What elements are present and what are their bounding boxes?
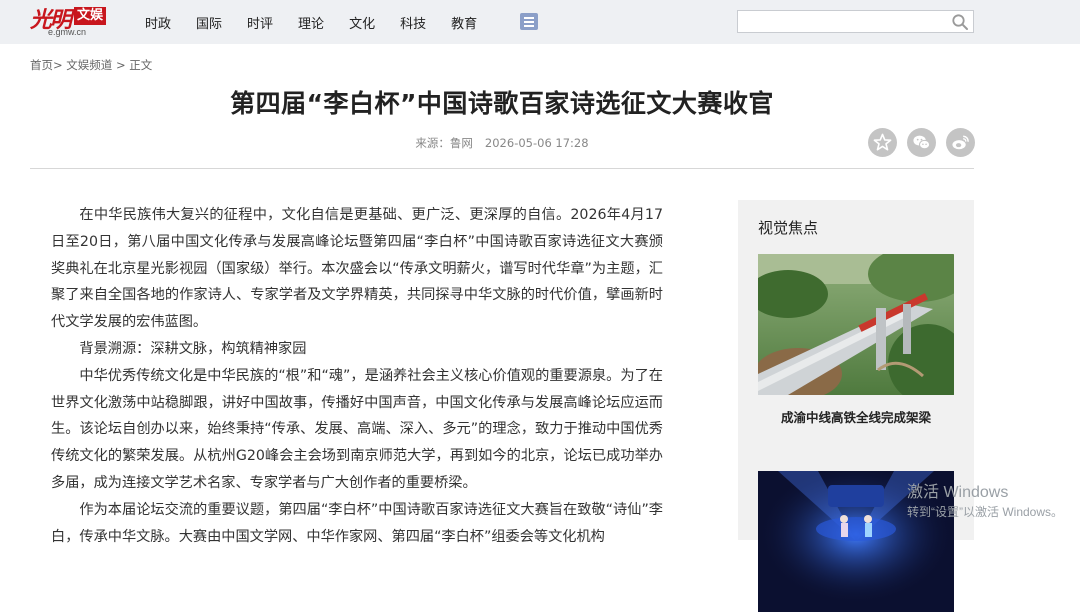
menu-icon[interactable] [520,13,538,30]
nav-item-technology[interactable]: 科技 [400,13,426,32]
focus-card: 成渝中线高铁全线完成架梁 [758,254,954,426]
nav-item-international[interactable]: 国际 [196,13,222,32]
article-source: 来源：鲁网 [415,136,473,150]
favorite-star-icon[interactable] [868,128,897,157]
focus-card-image[interactable] [758,254,954,395]
main-nav: 时政 国际 时评 理论 文化 科技 教育 [145,0,502,44]
breadcrumb-separator: > [115,58,126,72]
article-paragraph: 作为本届论坛交流的重要议题，第四届“李白杯”中国诗歌百家诗选征文大赛旨在致敬“诗… [51,501,663,545]
article-paragraph: 在中华民族伟大复兴的征程中，文化自信是更基础、更广泛、更深厚的自信。2026年4… [51,207,663,331]
nav-item-commentary[interactable]: 时评 [247,13,273,32]
top-nav-bar: 光明 文娱 e.gmw.cn 时政 国际 时评 理论 文化 科技 教育 [0,0,1080,44]
breadcrumb-channel[interactable]: 文娱频道 [66,58,112,72]
weibo-icon[interactable] [946,128,975,157]
article-body: 在中华民族伟大复兴的征程中，文化自信是更基础、更广泛、更深厚的自信。2026年4… [51,202,663,550]
sidebar-heading: 视觉焦点 [758,219,819,237]
article-datetime: 2026-05-06 17:28 [484,136,589,150]
title-divider [30,168,974,169]
nav-item-education[interactable]: 教育 [451,13,477,32]
nav-item-theory[interactable]: 理论 [298,13,324,32]
logo-domain-text: e.gmw.cn [48,27,87,37]
breadcrumb-home[interactable]: 首页 [30,58,53,72]
logo-channel-badge: 文娱 [74,7,107,25]
breadcrumb-separator: > [53,58,63,72]
article-title: 第四届“李白杯”中国诗歌百家诗选征文大赛收官 [230,89,774,118]
search-box [737,10,974,33]
wechat-icon[interactable] [907,128,936,157]
focus-card-caption[interactable]: 成渝中线高铁全线完成架梁 [758,407,954,426]
article-subheading: 背景溯源：深耕文脉，构筑精神家园 [79,340,307,357]
nav-item-politics[interactable]: 时政 [145,13,171,32]
search-input[interactable] [742,13,942,30]
article-paragraph: 中华优秀传统文化是中华民族的“根”和“魂”，是涵养社会主义核心价值观的重要源泉。… [51,367,663,491]
article-meta: 来源：鲁网 2026-05-06 17:28 [0,135,1004,151]
nav-item-culture[interactable]: 文化 [349,13,375,32]
windows-activation-watermark: 激活 Windows 转到“设置”以激活 Windows。 [907,478,1063,520]
watermark-line2: 转到“设置”以激活 Windows。 [907,505,1064,519]
search-icon[interactable] [951,13,969,31]
site-logo[interactable]: 光明 文娱 e.gmw.cn [30,2,112,38]
watermark-line1: 激活 Windows [907,484,1009,501]
breadcrumb: 首页> 文娱频道 > 正文 [30,57,152,73]
breadcrumb-current: 正文 [129,58,153,72]
